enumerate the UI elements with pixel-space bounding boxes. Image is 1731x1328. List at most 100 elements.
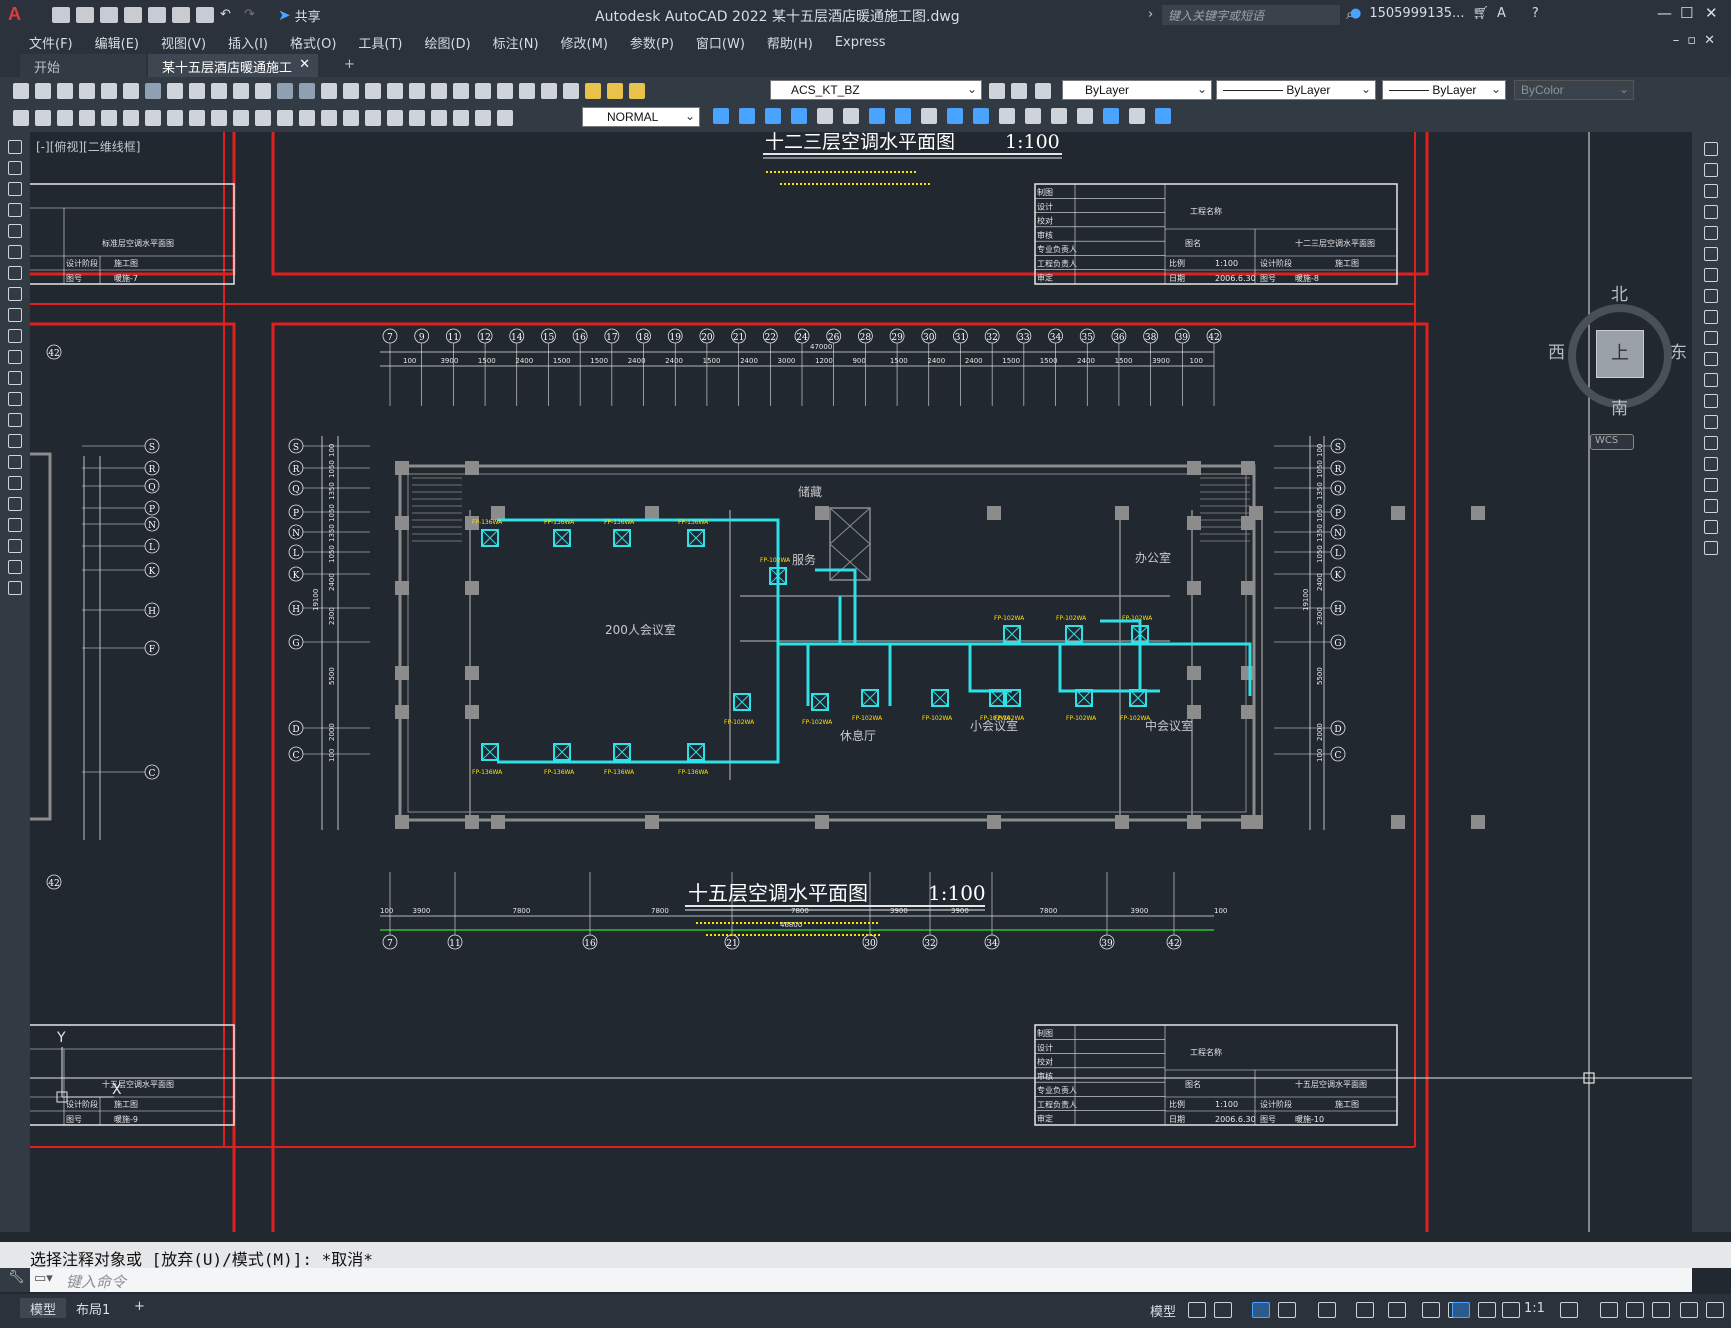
draw-tool-icon[interactable]: [8, 455, 22, 469]
new-icon[interactable]: [13, 83, 29, 99]
menu-window[interactable]: 窗口(W): [685, 33, 756, 52]
explode-icon[interactable]: [1077, 108, 1093, 124]
menu-modify[interactable]: 修改(M): [550, 33, 619, 52]
viewcube-east[interactable]: 东: [1670, 338, 1687, 363]
calculator-icon[interactable]: [519, 83, 535, 99]
modify-tool-icon[interactable]: [1704, 415, 1718, 429]
close-window-button[interactable]: ✕: [1705, 4, 1718, 22]
isolate-objects-icon[interactable]: [1652, 1302, 1670, 1318]
wcs-menu[interactable]: WCS: [1590, 434, 1634, 450]
menu-edit[interactable]: 编辑(E): [84, 33, 150, 52]
add-layout-button[interactable]: +: [124, 1298, 155, 1318]
menu-parametric[interactable]: 参数(P): [619, 33, 685, 52]
lineweight-dropdown[interactable]: ByLayer ⌄: [1382, 80, 1506, 100]
object-snap-tracking-icon[interactable]: [1356, 1302, 1374, 1318]
draw-tool-icon[interactable]: [8, 476, 22, 490]
trim-icon[interactable]: [921, 108, 937, 124]
command-input[interactable]: 键入命令: [30, 1268, 1692, 1292]
3d-dwf-icon[interactable]: [145, 83, 161, 99]
menu-express[interactable]: Express: [824, 35, 897, 50]
quick-dim-icon[interactable]: [255, 110, 271, 126]
autodesk-a360-icon[interactable]: A: [1497, 6, 1506, 21]
modify-tool-icon[interactable]: [1704, 163, 1718, 177]
properties-icon[interactable]: [409, 83, 425, 99]
scale-icon[interactable]: [869, 108, 885, 124]
tool-c-icon[interactable]: [57, 110, 73, 126]
annotation-scale-value[interactable]: 1:1: [1524, 1301, 1545, 1316]
chamfer-icon[interactable]: [1025, 108, 1041, 124]
polar-icon[interactable]: [1278, 1302, 1296, 1318]
search-expand-icon[interactable]: ›: [1148, 7, 1153, 22]
plot-icon[interactable]: [196, 7, 214, 23]
layer-previous-icon[interactable]: [1011, 83, 1027, 99]
new-tab-button[interactable]: +: [330, 54, 369, 77]
radius-dim-icon[interactable]: [167, 110, 183, 126]
array-icon[interactable]: [791, 108, 807, 124]
draw-tool-icon[interactable]: [8, 329, 22, 343]
dim-break-icon[interactable]: [343, 110, 359, 126]
auto-scale-icon[interactable]: [1478, 1302, 1496, 1318]
tool-palettes-icon[interactable]: [453, 83, 469, 99]
undo-icon[interactable]: ↶: [220, 7, 238, 23]
draw-tool-icon[interactable]: [8, 539, 22, 553]
user-icon[interactable]: ●: [1350, 6, 1361, 21]
draw-tool-icon[interactable]: [8, 203, 22, 217]
draw-tool-icon[interactable]: [8, 182, 22, 196]
model-space-button[interactable]: 模型: [1150, 1301, 1176, 1320]
draw-tool-icon[interactable]: [8, 392, 22, 406]
modify-tool-icon[interactable]: [1704, 499, 1718, 513]
menu-help[interactable]: 帮助(H): [756, 33, 824, 52]
publish-icon[interactable]: [123, 83, 139, 99]
layer-lock-icon[interactable]: [629, 83, 645, 99]
aligned-dim-icon[interactable]: [101, 110, 117, 126]
modify-tool-icon[interactable]: [1704, 394, 1718, 408]
cut-icon[interactable]: [167, 83, 183, 99]
tab-model[interactable]: 模型: [20, 1298, 67, 1318]
inspection-icon[interactable]: [409, 110, 425, 126]
tool-a-icon[interactable]: [13, 110, 29, 126]
annotation-scale-icon[interactable]: [1502, 1302, 1520, 1318]
draw-tool-icon[interactable]: [8, 287, 22, 301]
viewcube[interactable]: 上 北 南 东 西: [1548, 285, 1687, 420]
modify-tool-icon[interactable]: [1704, 268, 1718, 282]
help-tb-icon[interactable]: [541, 83, 557, 99]
menu-view[interactable]: 视图(V): [150, 33, 217, 52]
dim-space-icon[interactable]: [321, 110, 337, 126]
tolerance-icon[interactable]: [365, 110, 381, 126]
user-name[interactable]: 1505999135...: [1369, 6, 1464, 21]
grid-icon[interactable]: [1188, 1302, 1206, 1318]
fillet-icon[interactable]: [1051, 108, 1067, 124]
plot-preview-icon[interactable]: [101, 83, 117, 99]
pan-icon[interactable]: [321, 83, 337, 99]
modify-tool-icon[interactable]: [1704, 478, 1718, 492]
redo-tb-icon[interactable]: [299, 83, 315, 99]
close-tab-icon[interactable]: ✕: [299, 57, 310, 72]
modify-tool-icon[interactable]: [1704, 373, 1718, 387]
diameter-dim-icon[interactable]: [211, 110, 227, 126]
modify-tool-icon[interactable]: [1704, 520, 1718, 534]
lineweight-icon[interactable]: [1422, 1302, 1440, 1318]
offset-icon[interactable]: [765, 108, 781, 124]
tool-b-icon[interactable]: [35, 110, 51, 126]
recent-commands-icon[interactable]: ▭▾: [34, 1271, 53, 1286]
open-icon[interactable]: [35, 83, 51, 99]
extend-icon[interactable]: [947, 108, 963, 124]
menu-draw[interactable]: 绘图(D): [414, 33, 482, 52]
draw-tool-icon[interactable]: [8, 350, 22, 364]
save-icon[interactable]: [100, 7, 118, 23]
draworder-icon[interactable]: [1129, 108, 1145, 124]
isodraft-icon[interactable]: [1318, 1302, 1336, 1318]
stretch-icon[interactable]: [895, 108, 911, 124]
customize-wrench-icon[interactable]: 🔧︎: [8, 1270, 25, 1285]
modify-tool-icon[interactable]: [1704, 541, 1718, 555]
open-web-icon[interactable]: [148, 7, 166, 23]
draw-tool-icon[interactable]: [8, 560, 22, 574]
arc-length-icon[interactable]: [123, 110, 139, 126]
modify-tool-icon[interactable]: [1704, 310, 1718, 324]
plotstyle-dropdown[interactable]: ByColor ⌄: [1514, 80, 1634, 100]
tab-layout1[interactable]: 布局1: [66, 1298, 120, 1318]
menu-tools[interactable]: 工具(T): [347, 33, 413, 52]
customization-menu-icon[interactable]: [1706, 1302, 1724, 1318]
undo-tb-icon[interactable]: [277, 83, 293, 99]
dim-update-icon[interactable]: [497, 110, 513, 126]
